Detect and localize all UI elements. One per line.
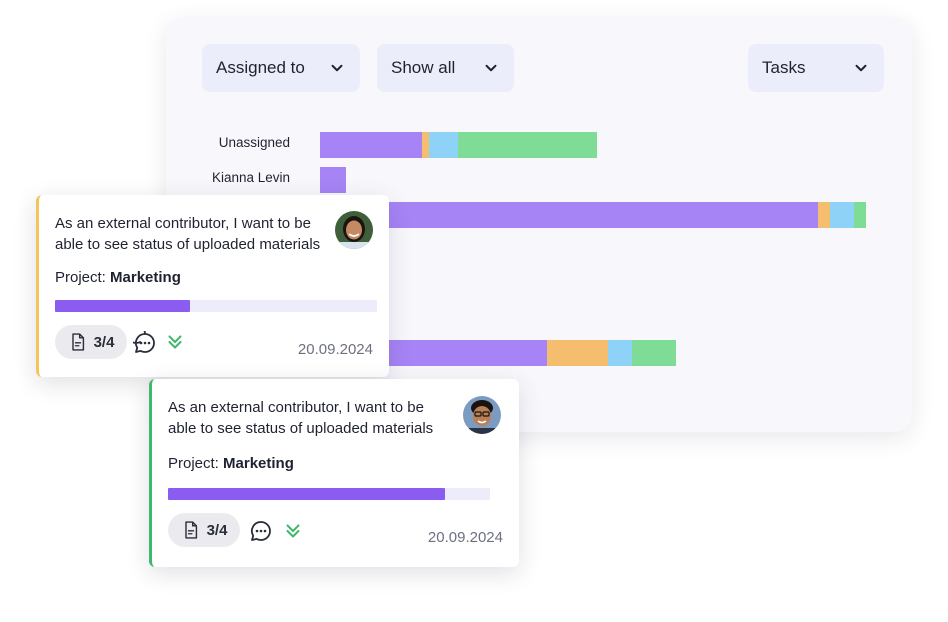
subtasks-count: 3/4 <box>93 333 115 351</box>
bar-segment-orange <box>547 340 608 366</box>
workload-bar-row[interactable] <box>320 167 346 193</box>
bar-segment-purple <box>320 202 818 228</box>
workload-bar-row[interactable] <box>320 132 597 158</box>
chevron-down-icon <box>485 64 497 72</box>
due-date: 20.09.2024 <box>297 341 373 358</box>
subtasks-pill[interactable]: 3/4 <box>168 513 240 547</box>
progress-fill <box>168 488 445 500</box>
assigned-to-label: Assigned to <box>216 58 305 77</box>
bar-segment-green <box>854 202 866 228</box>
bar-segment-green <box>458 132 597 158</box>
bar-segment-orange <box>818 202 830 228</box>
row-label-unassigned: Unassigned <box>218 135 290 150</box>
progress-fill <box>55 300 191 312</box>
bar-segment-green <box>632 340 676 366</box>
show-all-label: Show all <box>391 58 456 77</box>
user-avatar-woman-icon <box>335 211 373 249</box>
bar-segment-orange <box>422 132 429 158</box>
user-avatar-man-icon <box>463 396 501 434</box>
project-label: Project: <box>168 455 219 472</box>
chevron-down-icon <box>331 64 343 72</box>
project-line: Project: Marketing <box>55 269 181 286</box>
subtasks-count: 3/4 <box>206 521 228 539</box>
due-date: 20.09.2024 <box>427 529 503 546</box>
document-icon <box>184 521 197 539</box>
bar-segment-blue <box>429 132 458 158</box>
avatar <box>463 396 501 434</box>
project-name: Marketing <box>223 455 294 472</box>
bar-segment-purple <box>320 167 346 193</box>
bar-segment-blue <box>830 202 854 228</box>
task-title: As an external contributor, I want to be… <box>168 399 434 437</box>
comment-icon[interactable] <box>133 331 157 355</box>
workload-bar-row[interactable] <box>320 202 866 228</box>
subtasks-pill[interactable]: 3/4 <box>55 325 127 359</box>
project-line: Project: Marketing <box>168 455 294 472</box>
chevron-down-icon <box>855 64 867 72</box>
document-icon <box>71 333 84 351</box>
tasks-dropdown[interactable]: Tasks <box>748 44 884 92</box>
assigned-to-dropdown[interactable]: Assigned to <box>202 44 360 92</box>
project-name: Marketing <box>110 269 181 286</box>
bar-segment-purple <box>320 132 422 158</box>
progress-bar <box>168 488 490 500</box>
avatar <box>335 211 373 249</box>
priority-low-icon[interactable] <box>164 331 186 353</box>
task-card[interactable]: As an external contributor, I want to be… <box>36 195 389 377</box>
priority-low-icon[interactable] <box>282 520 304 542</box>
task-title: As an external contributor, I want to be… <box>55 215 321 253</box>
tasks-label: Tasks <box>762 58 806 77</box>
bar-segment-blue <box>608 340 632 366</box>
row-label-kianna-levin: Kianna Levin <box>211 170 290 185</box>
show-all-dropdown[interactable]: Show all <box>377 44 514 92</box>
project-label: Project: <box>55 269 106 286</box>
task-card[interactable]: As an external contributor, I want to be… <box>149 379 519 567</box>
comment-icon[interactable] <box>249 519 273 543</box>
progress-bar <box>55 300 377 312</box>
